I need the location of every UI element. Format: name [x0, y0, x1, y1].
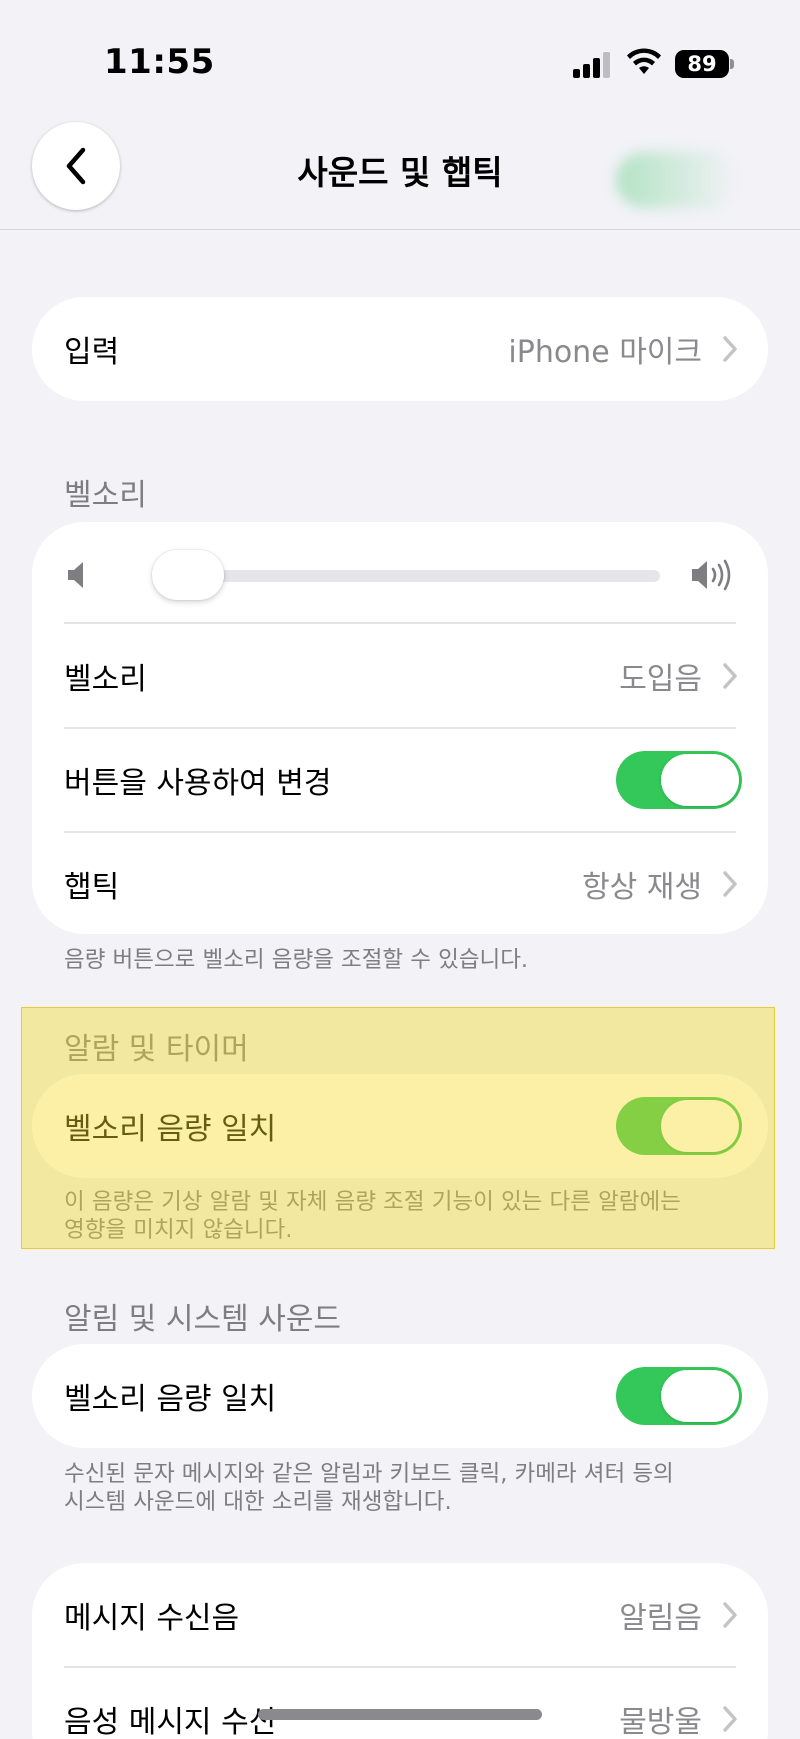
input-row[interactable]: 입력 iPhone 마이크: [32, 297, 768, 401]
slider-track[interactable]: [152, 570, 660, 582]
ringtone-row[interactable]: 벨소리 도입음: [32, 624, 768, 728]
footnote-line: 수신된 문자 메시지와 같은 알림과 키보드 클릭, 카메라 셔터 등의: [64, 1461, 674, 1487]
voicemail-label: 음성 메시지 수신: [64, 1705, 277, 1739]
ringtone-volume-slider[interactable]: [32, 522, 768, 624]
system-group: 벨소리 음량 일치: [32, 1344, 768, 1448]
system-footnote: 수신된 문자 메시지와 같은 알림과 키보드 클릭, 카메라 셔터 등의 시스템…: [64, 1460, 674, 1516]
battery-icon: 89: [675, 50, 729, 78]
ringtone-group: 벨소리 도입음 버튼을 사용하여 변경 햅틱 항상 재생: [32, 522, 768, 934]
slider-thumb[interactable]: [152, 550, 224, 600]
haptics-row[interactable]: 햅틱 항상 재생: [32, 832, 768, 936]
cellular-signal-icon: [573, 52, 613, 78]
message-tone-label: 메시지 수신음: [64, 1601, 240, 1636]
speaker-high-icon: [692, 559, 731, 591]
input-label: 입력: [64, 335, 120, 370]
status-time: 11:55: [104, 42, 215, 82]
highlight-overlay: [21, 1007, 775, 1249]
ringtone-footnote: 음량 버튼으로 벨소리 음량을 조절할 수 있습니다.: [64, 947, 529, 973]
status-bar: 11:55 89: [0, 0, 800, 120]
chevron-right-icon: [723, 1602, 737, 1628]
battery-cap: [730, 59, 734, 69]
message-tone-value: 알림음: [619, 1601, 702, 1636]
chevron-right-icon: [723, 663, 737, 689]
system-section-header: 알림 및 시스템 사운드: [64, 1302, 342, 1337]
change-with-buttons-label: 버튼을 사용하여 변경: [64, 766, 332, 801]
blurred-background-element: [616, 152, 736, 208]
ringtone-section-header: 벨소리: [64, 478, 147, 513]
ringtone-label: 벨소리: [64, 662, 147, 697]
toggle-knob: [661, 754, 739, 806]
toggle-knob: [661, 1370, 739, 1422]
footnote-line: 시스템 사운드에 대한 소리를 재생합니다.: [64, 1489, 452, 1515]
system-match-volume-row: 벨소리 음량 일치: [32, 1344, 768, 1448]
voicemail-value: 물방울: [619, 1705, 702, 1739]
chevron-right-icon: [723, 336, 737, 362]
home-indicator[interactable]: [258, 1709, 542, 1720]
system-match-volume-label: 벨소리 음량 일치: [64, 1382, 277, 1417]
change-with-buttons-toggle[interactable]: [616, 751, 742, 809]
chevron-right-icon: [723, 871, 737, 897]
change-with-buttons-row: 버튼을 사용하여 변경: [32, 728, 768, 832]
input-group: 입력 iPhone 마이크: [32, 297, 768, 401]
message-tone-row[interactable]: 메시지 수신음 알림음: [32, 1563, 768, 1667]
system-match-volume-toggle[interactable]: [616, 1367, 742, 1425]
voicemail-row[interactable]: 음성 메시지 수신 물방울: [32, 1667, 768, 1739]
haptics-value: 항상 재생: [582, 870, 702, 905]
haptics-label: 햅틱: [64, 870, 120, 905]
wifi-icon: [627, 48, 661, 74]
chevron-right-icon: [723, 1706, 737, 1732]
speaker-low-icon: [68, 562, 83, 588]
input-value: iPhone 마이크: [508, 335, 702, 370]
navigation-bar: 사운드 및 햅틱: [0, 120, 800, 230]
ringtone-value: 도입음: [619, 662, 702, 697]
